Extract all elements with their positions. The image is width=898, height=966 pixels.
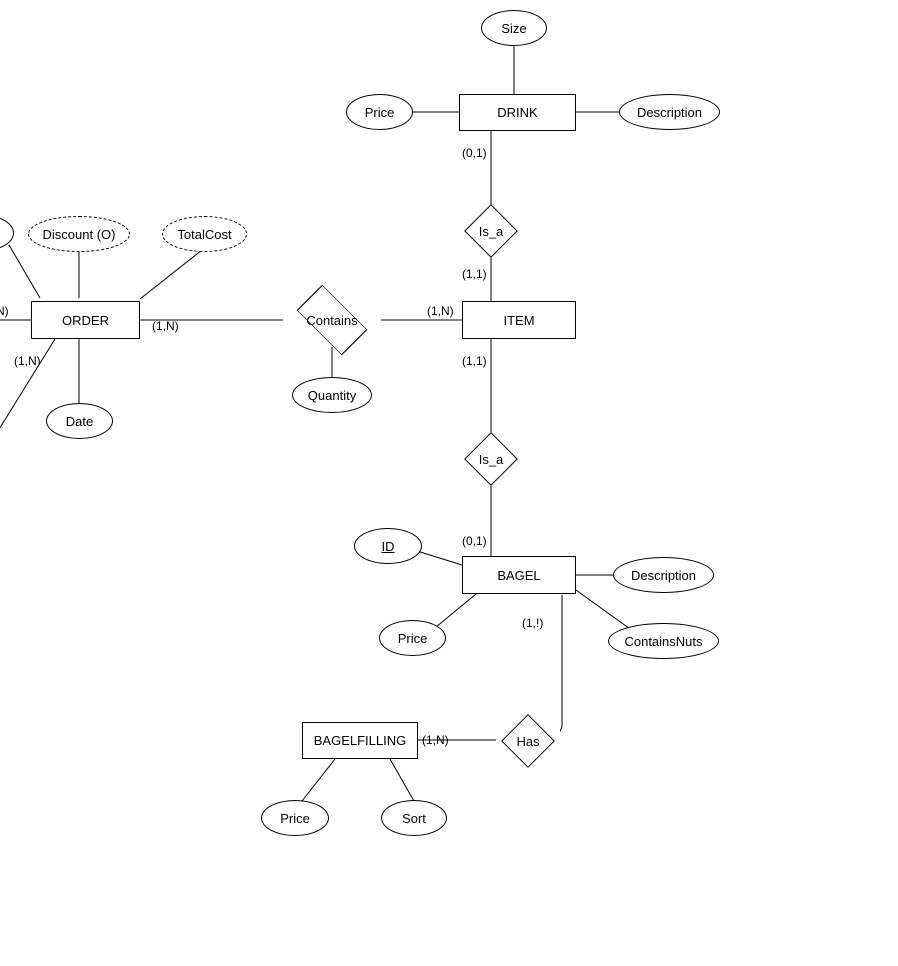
attr-bf-price-label: Price [280, 811, 310, 826]
attr-bagel-id-label: ID [382, 539, 395, 554]
attr-drink-price-label: Price [365, 105, 395, 120]
rel-isa-mid-label: Is_a [479, 452, 504, 467]
attr-drink-price: Price [346, 94, 413, 130]
attr-bf-sort-label: Sort [402, 811, 426, 826]
entity-drink-label: DRINK [497, 105, 537, 120]
attr-date: Date [46, 403, 113, 439]
card-drink-isa: (0,1) [462, 146, 487, 160]
attr-date-label: Date [66, 414, 93, 429]
attr-containsnuts-label: ContainsNuts [624, 634, 702, 649]
card-item-isa-mid: (1,1) [462, 354, 487, 368]
er-diagram-canvas: Size Price DRINK Description (0,1) Is_a … [0, 0, 898, 966]
entity-item-label: ITEM [503, 313, 534, 328]
entity-order-label: ORDER [62, 313, 109, 328]
attr-drink-desc-label: Description [637, 105, 702, 120]
rel-isa-top-label: Is_a [479, 224, 504, 239]
card-has-bf: (1,N) [422, 733, 449, 747]
card-isa-item-top: (1,1) [462, 267, 487, 281]
attr-bf-sort: Sort [381, 800, 447, 836]
attr-discount: Discount (O) [28, 216, 130, 252]
entity-bagelfilling: BAGELFILLING [302, 722, 418, 759]
card-order-contains: (1,N) [152, 319, 179, 333]
attr-totalcost: TotalCost [162, 216, 247, 252]
attr-quantity: Quantity [292, 377, 372, 413]
entity-bagel-label: BAGEL [497, 568, 540, 583]
attr-size-label: Size [501, 21, 526, 36]
rel-has-label: Has [516, 734, 539, 749]
rel-contains: Contains [283, 293, 381, 347]
entity-bagel: BAGEL [462, 556, 576, 594]
entity-bagelfilling-label: BAGELFILLING [314, 733, 406, 748]
attr-bf-price: Price [261, 800, 329, 836]
attr-bagel-description: Description [613, 557, 714, 593]
entity-item: ITEM [462, 301, 576, 339]
card-bagel-has: (1,!) [522, 616, 543, 630]
card-order-date: (1,N) [14, 354, 41, 368]
attr-quantity-label: Quantity [308, 388, 356, 403]
attr-bagel-price-label: Price [398, 631, 428, 646]
attr-size: Size [481, 10, 547, 46]
entity-drink: DRINK [459, 94, 576, 131]
attr-discount-label: Discount (O) [43, 227, 116, 242]
attr-bagel-id: ID [354, 528, 422, 564]
attr-bagel-price: Price [379, 620, 446, 656]
card-isa-bagel: (0,1) [462, 534, 487, 548]
card-contains-item: (1,N) [427, 304, 454, 318]
attr-er-partial: er [0, 215, 14, 251]
attr-containsnuts: ContainsNuts [608, 623, 719, 659]
rel-contains-label: Contains [306, 313, 357, 328]
entity-order: ORDER [31, 301, 140, 339]
attr-drink-description: Description [619, 94, 720, 130]
card-order-left: N) [0, 304, 9, 318]
rel-isa-top: Is_a [459, 206, 523, 256]
connector-lines [0, 0, 898, 966]
attr-totalcost-label: TotalCost [177, 227, 231, 242]
rel-has: Has [496, 716, 560, 766]
attr-bagel-desc-label: Description [631, 568, 696, 583]
rel-isa-mid: Is_a [459, 434, 523, 484]
